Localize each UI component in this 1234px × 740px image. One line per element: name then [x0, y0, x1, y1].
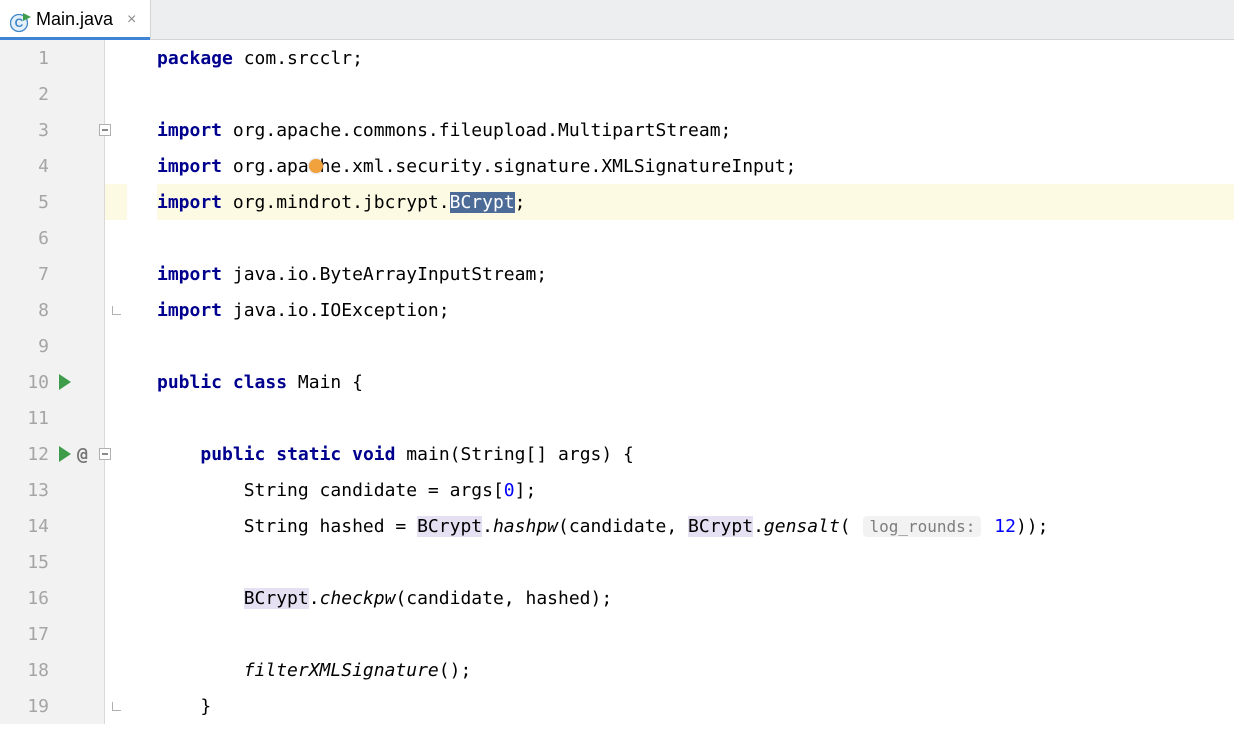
fold-end-icon: [110, 700, 122, 712]
code-line[interactable]: [157, 328, 1234, 364]
line-number: 10: [9, 372, 49, 393]
code-line[interactable]: [157, 400, 1234, 436]
code-line[interactable]: String candidate = args[0];: [157, 472, 1234, 508]
line-number: 5: [9, 192, 49, 213]
annotation-icon: @: [77, 444, 88, 465]
fold-end-icon: [110, 304, 122, 316]
gutter: 1 2 3 4 5 6 7 8 9 10 11 12@ 13 14 15 16 …: [0, 40, 105, 724]
warning-bulb-icon[interactable]: [309, 159, 323, 173]
code-line[interactable]: filterXMLSignature();: [157, 652, 1234, 688]
line-number: 1: [9, 48, 49, 69]
line-number: 4: [9, 156, 49, 177]
code-line[interactable]: public static void main(String[] args) {: [157, 436, 1234, 472]
line-number: 16: [9, 588, 49, 609]
selection: BCrypt: [450, 192, 515, 213]
tab-main-java[interactable]: C Main.java ×: [0, 0, 151, 39]
run-icon[interactable]: [59, 374, 71, 390]
code-line[interactable]: [157, 616, 1234, 652]
line-number: 7: [9, 264, 49, 285]
line-number: 19: [9, 696, 49, 717]
line-number: 13: [9, 480, 49, 501]
line-number: 17: [9, 624, 49, 645]
code-line[interactable]: import org.apache.xml.security.signature…: [157, 148, 1234, 184]
line-number: 12: [9, 444, 49, 465]
line-number: 8: [9, 300, 49, 321]
close-icon[interactable]: ×: [127, 11, 136, 29]
code-line[interactable]: }: [157, 688, 1234, 724]
code-line[interactable]: String hashed = BCrypt.hashpw(candidate,…: [157, 508, 1234, 544]
code-line[interactable]: import org.apache.commons.fileupload.Mul…: [157, 112, 1234, 148]
code-editor[interactable]: 1 2 3 4 5 6 7 8 9 10 11 12@ 13 14 15 16 …: [0, 40, 1234, 724]
code-line[interactable]: [157, 76, 1234, 112]
code-line[interactable]: import java.io.IOException;: [157, 292, 1234, 328]
line-number: 9: [9, 336, 49, 357]
code-area[interactable]: package com.srcclr; import org.apache.co…: [127, 40, 1234, 724]
code-line[interactable]: public class Main {: [157, 364, 1234, 400]
line-number: 18: [9, 660, 49, 681]
fold-collapse-icon[interactable]: [99, 448, 111, 460]
line-number: 6: [9, 228, 49, 249]
parameter-hint: log_rounds:: [863, 516, 981, 537]
line-number: 3: [9, 120, 49, 141]
line-number: 14: [9, 516, 49, 537]
line-number: 11: [9, 408, 49, 429]
svg-text:C: C: [15, 16, 24, 30]
code-line[interactable]: package com.srcclr;: [157, 40, 1234, 76]
code-line[interactable]: [157, 220, 1234, 256]
tab-bar: C Main.java ×: [0, 0, 1234, 40]
code-line[interactable]: import java.io.ByteArrayInputStream;: [157, 256, 1234, 292]
fold-collapse-icon[interactable]: [99, 124, 111, 136]
tab-label: Main.java: [36, 9, 113, 30]
line-number: 2: [9, 84, 49, 105]
line-number: 15: [9, 552, 49, 573]
code-line[interactable]: BCrypt.checkpw(candidate, hashed);: [157, 580, 1234, 616]
fold-strip: [105, 40, 127, 724]
class-run-icon: C: [10, 11, 28, 29]
code-line[interactable]: [157, 544, 1234, 580]
run-icon[interactable]: [59, 446, 71, 462]
code-line-active[interactable]: import org.mindrot.jbcrypt.BCrypt;: [157, 184, 1234, 220]
